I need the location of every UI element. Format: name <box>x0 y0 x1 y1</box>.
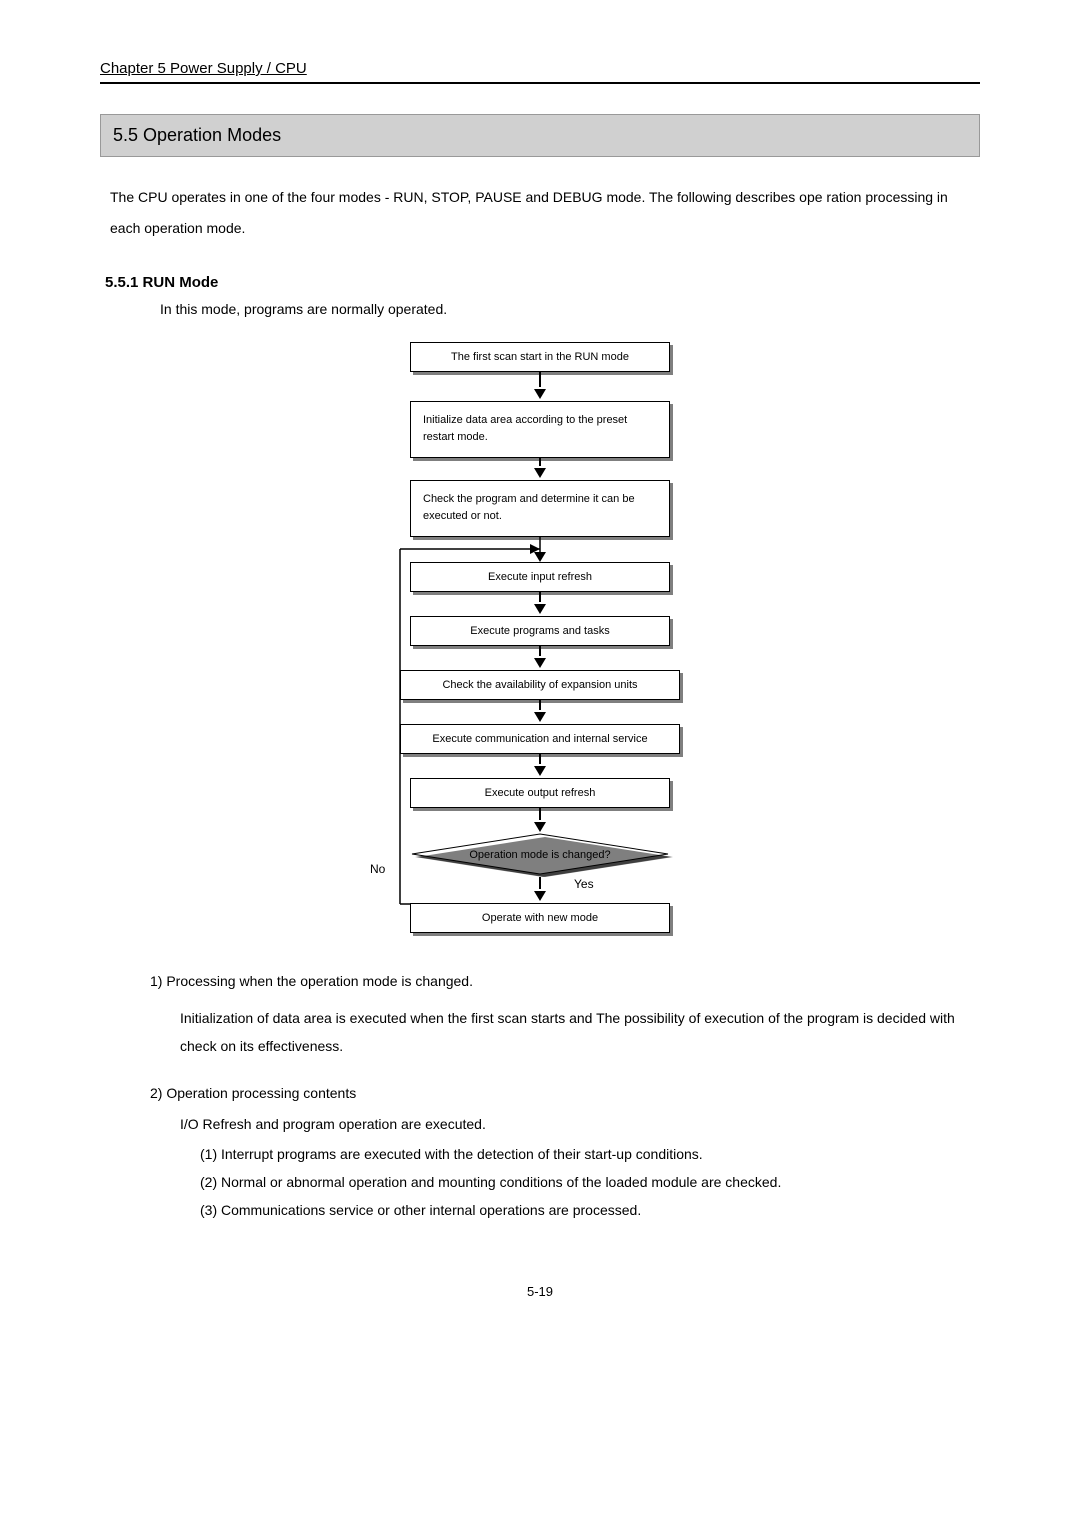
body-section-1: 1) Processing when the operation mode is… <box>150 973 980 1060</box>
arrow-icon <box>534 646 546 670</box>
list-item: (2) Normal or abnormal operation and mou… <box>200 1168 980 1196</box>
flow-box-communication: Execute communication and internal servi… <box>400 724 680 754</box>
list-item: (3) Communications service or other inte… <box>200 1196 980 1224</box>
body1-text: Initialization of data area is executed … <box>180 1004 980 1060</box>
subsection-title: 5.5.1 RUN Mode <box>105 274 980 291</box>
flow-box-output-refresh: Execute output refresh <box>410 778 670 808</box>
body2-title: 2) Operation processing contents <box>150 1085 980 1101</box>
body-section-2: 2) Operation processing contents I/O Ref… <box>150 1085 980 1224</box>
list-item: (1) Interrupt programs are executed with… <box>200 1140 980 1168</box>
intro-text: The CPU operates in one of the four mode… <box>110 182 980 244</box>
arrow-icon <box>534 700 546 724</box>
body2-lead: I/O Refresh and program operation are ex… <box>180 1116 980 1132</box>
flow-box-init: Initialize data area according to the pr… <box>410 401 670 458</box>
flow-box-check: Check the program and determine it can b… <box>410 480 670 537</box>
chapter-header: Chapter 5 Power Supply / CPU <box>100 60 980 77</box>
section-title: 5.5 Operation Modes <box>100 114 980 157</box>
loop-container: Execute input refresh Execute programs a… <box>340 537 740 933</box>
arrow-icon <box>534 458 546 480</box>
flowchart: The first scan start in the RUN mode Ini… <box>100 342 980 933</box>
flow-box-start: The first scan start in the RUN mode <box>410 342 670 372</box>
chapter-underline <box>100 82 980 84</box>
no-label: No <box>370 862 385 876</box>
subsection-text: In this mode, programs are normally oper… <box>160 301 980 317</box>
flow-box-input-refresh: Execute input refresh <box>410 562 670 592</box>
page-number: 5-19 <box>100 1284 980 1299</box>
yes-label: Yes <box>574 877 594 891</box>
arrow-icon <box>534 808 546 834</box>
flow-box-check-expansion: Check the availability of expansion unit… <box>400 670 680 700</box>
arrow-icon <box>534 372 546 401</box>
diamond-text: Operation mode is changed? <box>469 849 610 861</box>
flow-box-new-mode: Operate with new mode <box>410 903 670 933</box>
arrow-icon <box>534 877 546 903</box>
body2-list: (1) Interrupt programs are executed with… <box>200 1140 980 1224</box>
merge-arrow-icon <box>340 537 740 562</box>
flow-box-execute-programs: Execute programs and tasks <box>410 616 670 646</box>
arrow-icon <box>534 592 546 616</box>
arrow-icon <box>534 754 546 778</box>
body1-title: 1) Processing when the operation mode is… <box>150 973 980 989</box>
